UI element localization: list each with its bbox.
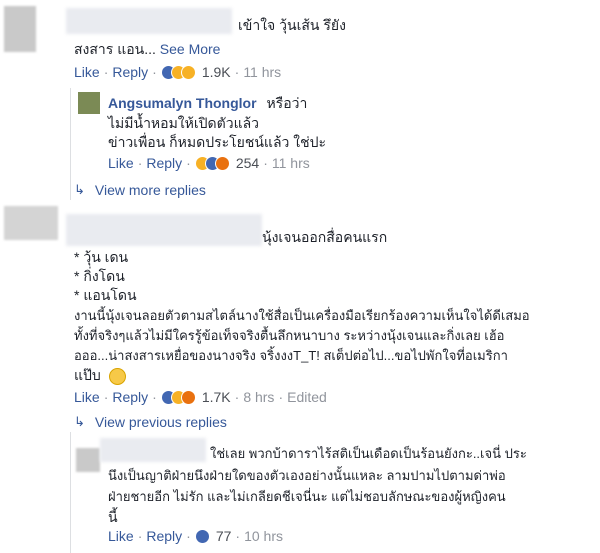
comment-text: อออ...น่าสงสารเหยื่อของนางจริง จริ้งงงT_… (74, 348, 508, 363)
comment-text: * แอนโดน (74, 287, 137, 303)
comment-actions: Like · Reply · 1.7K · 8 hrs · Edited (74, 389, 327, 405)
reply-arrow-icon: ↳ (74, 182, 85, 197)
author-name-redacted (66, 214, 262, 246)
reaction-count[interactable]: 1.7K (202, 389, 231, 405)
reaction-count[interactable]: 77 (216, 528, 232, 544)
reply-text: หรือว่า (266, 95, 308, 111)
reply-actions: Like · Reply · 77 · 10 hrs (108, 528, 283, 544)
reply-text: ไม่มีน้ำหอมให้เปิดตัวแล้ว (108, 115, 260, 131)
reply-thread-line (70, 432, 71, 553)
reply-actions: Like · Reply · 254 · 11 hrs (108, 155, 310, 171)
comment-text: งานนี้นุ้งเจนลอยตัวตามสไตล์นางใช้สื่อเป็… (74, 308, 530, 323)
avatar[interactable] (4, 206, 58, 240)
reply-text: นึงเป็นญาติฝ่ายนึงฝ่ายใดของตัวเองอย่างนั… (108, 468, 506, 483)
timestamp[interactable]: 8 hrs (243, 389, 274, 405)
see-more-link[interactable]: See More (160, 41, 221, 57)
reaction-summary[interactable] (160, 389, 196, 405)
timestamp[interactable]: 11 hrs (243, 64, 281, 80)
reaction-summary[interactable] (160, 64, 196, 80)
comment-text: ทั้งที่จริงๆแล้วไม่มีใครรู้ข้อเท็จจริงตื… (74, 328, 505, 343)
view-previous-replies-link[interactable]: ↳ View previous replies (74, 414, 227, 430)
author-name-redacted (66, 8, 232, 34)
angry-icon (214, 155, 230, 171)
edited-label[interactable]: Edited (287, 389, 327, 405)
angry-icon (180, 389, 196, 405)
comment-text: * วุ้น เดน (74, 249, 129, 265)
like-icon (194, 528, 210, 544)
timestamp[interactable]: 10 hrs (244, 528, 283, 544)
timestamp[interactable]: 11 hrs (272, 155, 310, 171)
reply-text: ฝ่ายชายอีก ไม่รัก และไม่เกลียดชีเจนี่นะ … (108, 489, 506, 504)
reply-button[interactable]: Reply (146, 155, 182, 171)
comment-text: สงสาร แอน... See More (74, 41, 221, 57)
reply-button[interactable]: Reply (112, 64, 148, 80)
author-name[interactable]: Angsumalyn Thonglor (108, 95, 257, 111)
reply-text: นี้ (108, 509, 118, 525)
reaction-count[interactable]: 254 (236, 155, 259, 171)
comment-actions: Like · Reply · 1.9K · 11 hrs (74, 64, 282, 80)
like-button[interactable]: Like (108, 528, 134, 544)
reply-arrow-icon: ↳ (74, 414, 85, 429)
comment-text: นุ้งเจนออกสื่อคนแรก (262, 229, 388, 245)
like-button[interactable]: Like (74, 64, 100, 80)
view-more-replies-link[interactable]: ↳ View more replies (74, 182, 206, 198)
like-button[interactable]: Like (74, 389, 100, 405)
reply-button[interactable]: Reply (112, 389, 148, 405)
reaction-summary[interactable] (194, 155, 230, 171)
reply-button[interactable]: Reply (146, 528, 182, 544)
reaction-summary[interactable] (194, 528, 210, 544)
laughing-emoji-icon (108, 367, 126, 385)
author-name-redacted (100, 438, 206, 462)
avatar[interactable] (78, 92, 100, 114)
comment-text: * กิ่งโดน (74, 268, 125, 284)
reply-thread-line (70, 88, 71, 200)
like-button[interactable]: Like (108, 155, 134, 171)
reaction-count[interactable]: 1.9K (202, 64, 231, 80)
avatar[interactable] (4, 6, 36, 52)
comment-text: เข้าใจ วุ้นเส้น รึยัง (238, 17, 346, 33)
reply-text: ใช่เลย พวกบ้าดาราไร้สติเป็นเดือดเป็นร้อน… (210, 446, 527, 461)
wow-icon (180, 64, 196, 80)
avatar[interactable] (76, 448, 100, 472)
reply-text: ข่าวเพื่อน ก็หมดประโยชน์แล้ว ใช่ปะ (108, 134, 327, 150)
comment-text: แป๊บ (74, 366, 126, 385)
reply-header: Angsumalyn Thonglor หรือว่า (108, 94, 307, 113)
